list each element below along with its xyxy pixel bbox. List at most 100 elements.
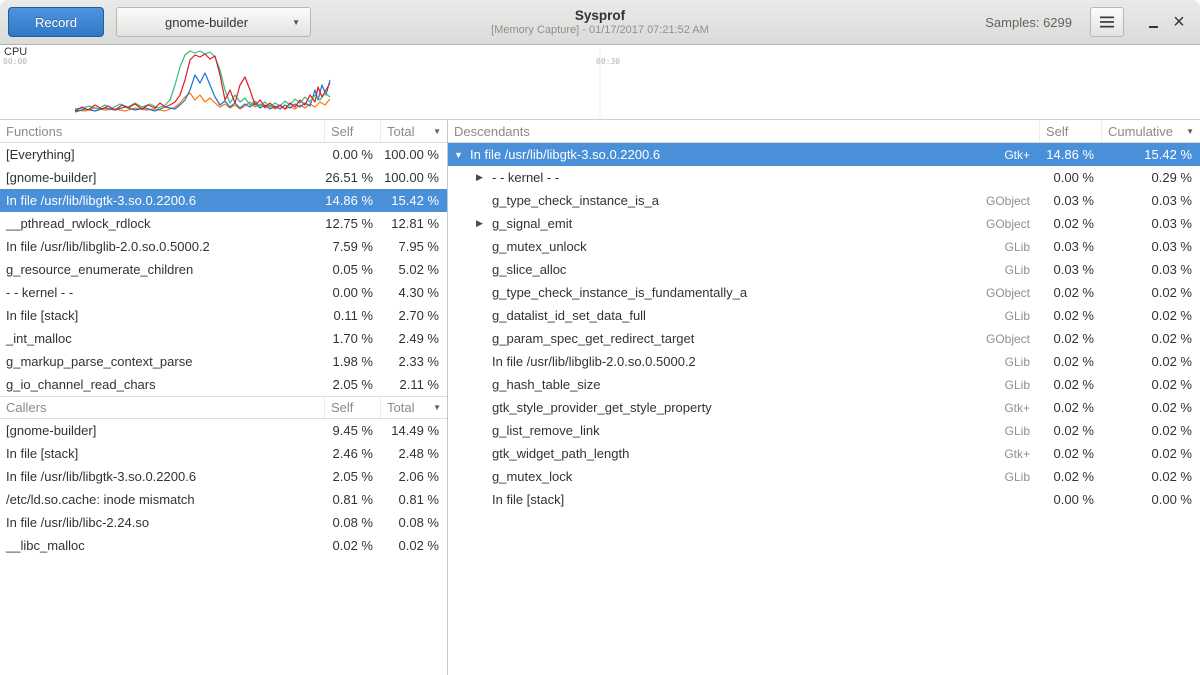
caller-self-cell: 0.81 % — [325, 488, 381, 511]
descendant-name: g_datalist_id_set_data_full — [492, 308, 646, 323]
callers-total-column-header[interactable]: Total ▼ — [381, 397, 447, 418]
descendant-self-cell: 0.02 % — [1040, 419, 1102, 442]
function-self-cell: 14.86 % — [325, 189, 381, 212]
descendant-name-cell: g_datalist_id_set_data_full GLib — [448, 304, 1040, 327]
caller-total-cell: 0.02 % — [381, 534, 447, 557]
descendant-name-cell: In file [stack] — [448, 488, 1040, 511]
callers-total-label: Total — [387, 400, 414, 415]
close-button[interactable]: × — [1166, 7, 1192, 37]
descendant-row[interactable]: gtk_style_provider_get_style_property Gt… — [448, 396, 1200, 419]
descendant-name: In file /usr/lib/libgtk-3.so.0.2200.6 — [470, 147, 660, 162]
function-row[interactable]: In file [stack] 0.11 % 2.70 % — [0, 304, 447, 327]
caller-name-cell: [gnome-builder] — [0, 419, 325, 442]
descendant-row[interactable]: g_mutex_unlock GLib 0.03 % 0.03 % — [448, 235, 1200, 258]
function-row[interactable]: - - kernel - - 0.00 % 4.30 % — [0, 281, 447, 304]
expander-icon[interactable]: ▼ — [454, 150, 470, 160]
descendant-self-cell: 0.00 % — [1040, 166, 1102, 189]
library-badge: GLib — [995, 263, 1034, 277]
functions-self-column-header[interactable]: Self — [325, 120, 381, 142]
function-total-cell: 2.11 % — [381, 373, 447, 396]
descendant-row[interactable]: g_param_spec_get_redirect_target GObject… — [448, 327, 1200, 350]
caller-row[interactable]: In file [stack] 2.46 % 2.48 % — [0, 442, 447, 465]
callers-self-column-header[interactable]: Self — [325, 397, 381, 418]
descendant-row[interactable]: gtk_widget_path_length Gtk+ 0.02 % 0.02 … — [448, 442, 1200, 465]
descendant-row[interactable]: g_datalist_id_set_data_full GLib 0.02 % … — [448, 304, 1200, 327]
descendant-row[interactable]: ▼ In file /usr/lib/libgtk-3.so.0.2200.6 … — [448, 143, 1200, 166]
expander-icon[interactable]: ▶ — [476, 172, 492, 183]
caller-row[interactable]: /etc/ld.so.cache: inode mismatch 0.81 % … — [0, 488, 447, 511]
function-row[interactable]: g_resource_enumerate_children 0.05 % 5.0… — [0, 258, 447, 281]
sort-indicator-icon: ▼ — [1186, 127, 1194, 136]
minimize-button[interactable] — [1140, 7, 1166, 37]
process-selector-dropdown[interactable]: gnome-builder ▼ — [116, 7, 311, 37]
cpu-line-2 — [75, 73, 330, 112]
caller-row[interactable]: In file /usr/lib/libgtk-3.so.0.2200.6 2.… — [0, 465, 447, 488]
function-name-cell: __pthread_rwlock_rdlock — [0, 212, 325, 235]
function-total-cell: 4.30 % — [381, 281, 447, 304]
caller-total-cell: 14.49 % — [381, 419, 447, 442]
function-total-cell: 2.49 % — [381, 327, 447, 350]
descendants-column-header[interactable]: Descendants — [448, 120, 1040, 142]
functions-header-row: Functions Self Total ▼ — [0, 120, 447, 143]
process-selector-value: gnome-builder — [127, 15, 286, 30]
function-row[interactable]: g_io_channel_read_chars 2.05 % 2.11 % — [0, 373, 447, 396]
descendants-cumulative-column-header[interactable]: Cumulative ▼ — [1102, 120, 1200, 142]
functions-column-header[interactable]: Functions — [0, 120, 325, 142]
descendant-row[interactable]: g_slice_alloc GLib 0.03 % 0.03 % — [448, 258, 1200, 281]
function-self-cell: 0.11 % — [325, 304, 381, 327]
descendant-name-cell: gtk_widget_path_length Gtk+ — [448, 442, 1040, 465]
expander-icon[interactable]: ▶ — [476, 218, 492, 229]
functions-total-column-header[interactable]: Total ▼ — [381, 120, 447, 142]
descendant-cumulative-cell: 0.03 % — [1102, 235, 1200, 258]
descendant-cumulative-cell: 0.02 % — [1102, 304, 1200, 327]
descendant-name-cell: g_slice_alloc GLib — [448, 258, 1040, 281]
callers-header-row: Callers Self Total ▼ — [0, 396, 447, 419]
caller-name-cell: In file /usr/lib/libc-2.24.so — [0, 511, 325, 534]
descendant-name: g_list_remove_link — [492, 423, 600, 438]
descendant-row[interactable]: g_hash_table_size GLib 0.02 % 0.02 % — [448, 373, 1200, 396]
caller-row[interactable]: [gnome-builder] 9.45 % 14.49 % — [0, 419, 447, 442]
function-row[interactable]: [Everything] 0.00 % 100.00 % — [0, 143, 447, 166]
caller-row[interactable]: __libc_malloc 0.02 % 0.02 % — [0, 534, 447, 557]
descendant-row[interactable]: g_list_remove_link GLib 0.02 % 0.02 % — [448, 419, 1200, 442]
function-row[interactable]: In file /usr/lib/libgtk-3.so.0.2200.6 14… — [0, 189, 447, 212]
function-row[interactable]: [gnome-builder] 26.51 % 100.00 % — [0, 166, 447, 189]
function-row[interactable]: In file /usr/lib/libglib-2.0.so.0.5000.2… — [0, 235, 447, 258]
library-badge: GLib — [995, 470, 1034, 484]
record-button[interactable]: Record — [8, 7, 104, 37]
descendant-self-cell: 0.02 % — [1040, 304, 1102, 327]
callers-column-header[interactable]: Callers — [0, 397, 325, 418]
library-badge: GObject — [976, 217, 1034, 231]
headerbar-right: Samples: 6299 × — [985, 7, 1192, 37]
sort-indicator-icon: ▼ — [433, 127, 441, 136]
descendant-row[interactable]: g_type_check_instance_is_a GObject 0.03 … — [448, 189, 1200, 212]
left-pane: Functions Self Total ▼ [Everything] 0.00… — [0, 120, 448, 675]
descendant-cumulative-cell: 0.02 % — [1102, 396, 1200, 419]
caller-row[interactable]: In file /usr/lib/libc-2.24.so 0.08 % 0.0… — [0, 511, 447, 534]
descendant-row[interactable]: g_type_check_instance_is_fundamentally_a… — [448, 281, 1200, 304]
cpu-graph-panel[interactable]: CPU 00:00 00:30 — [0, 45, 1200, 120]
descendant-row[interactable]: In file [stack] 0.00 % 0.00 % — [448, 488, 1200, 511]
descendant-row[interactable]: ▶ - - kernel - - 0.00 % 0.29 % — [448, 166, 1200, 189]
descendant-name: g_signal_emit — [492, 216, 572, 231]
descendant-cumulative-cell: 0.03 % — [1102, 212, 1200, 235]
function-row[interactable]: g_markup_parse_context_parse 1.98 % 2.33… — [0, 350, 447, 373]
descendant-name: g_type_check_instance_is_fundamentally_a — [492, 285, 747, 300]
descendant-cumulative-cell: 0.02 % — [1102, 327, 1200, 350]
library-badge: GObject — [976, 194, 1034, 208]
samples-count: Samples: 6299 — [985, 15, 1072, 30]
descendant-name: In file /usr/lib/libglib-2.0.so.0.5000.2 — [492, 354, 696, 369]
descendant-row[interactable]: In file /usr/lib/libglib-2.0.so.0.5000.2… — [448, 350, 1200, 373]
menu-button[interactable] — [1090, 7, 1124, 37]
function-row[interactable]: _int_malloc 1.70 % 2.49 % — [0, 327, 447, 350]
function-total-cell: 12.81 % — [381, 212, 447, 235]
cpu-line-1 — [75, 51, 330, 109]
function-row[interactable]: __pthread_rwlock_rdlock 12.75 % 12.81 % — [0, 212, 447, 235]
descendants-self-column-header[interactable]: Self — [1040, 120, 1102, 142]
descendant-name-cell: g_hash_table_size GLib — [448, 373, 1040, 396]
descendant-cumulative-cell: 0.03 % — [1102, 258, 1200, 281]
descendant-row[interactable]: ▶ g_signal_emit GObject 0.02 % 0.03 % — [448, 212, 1200, 235]
function-self-cell: 12.75 % — [325, 212, 381, 235]
descendant-row[interactable]: g_mutex_lock GLib 0.02 % 0.02 % — [448, 465, 1200, 488]
descendant-cumulative-cell: 0.02 % — [1102, 350, 1200, 373]
